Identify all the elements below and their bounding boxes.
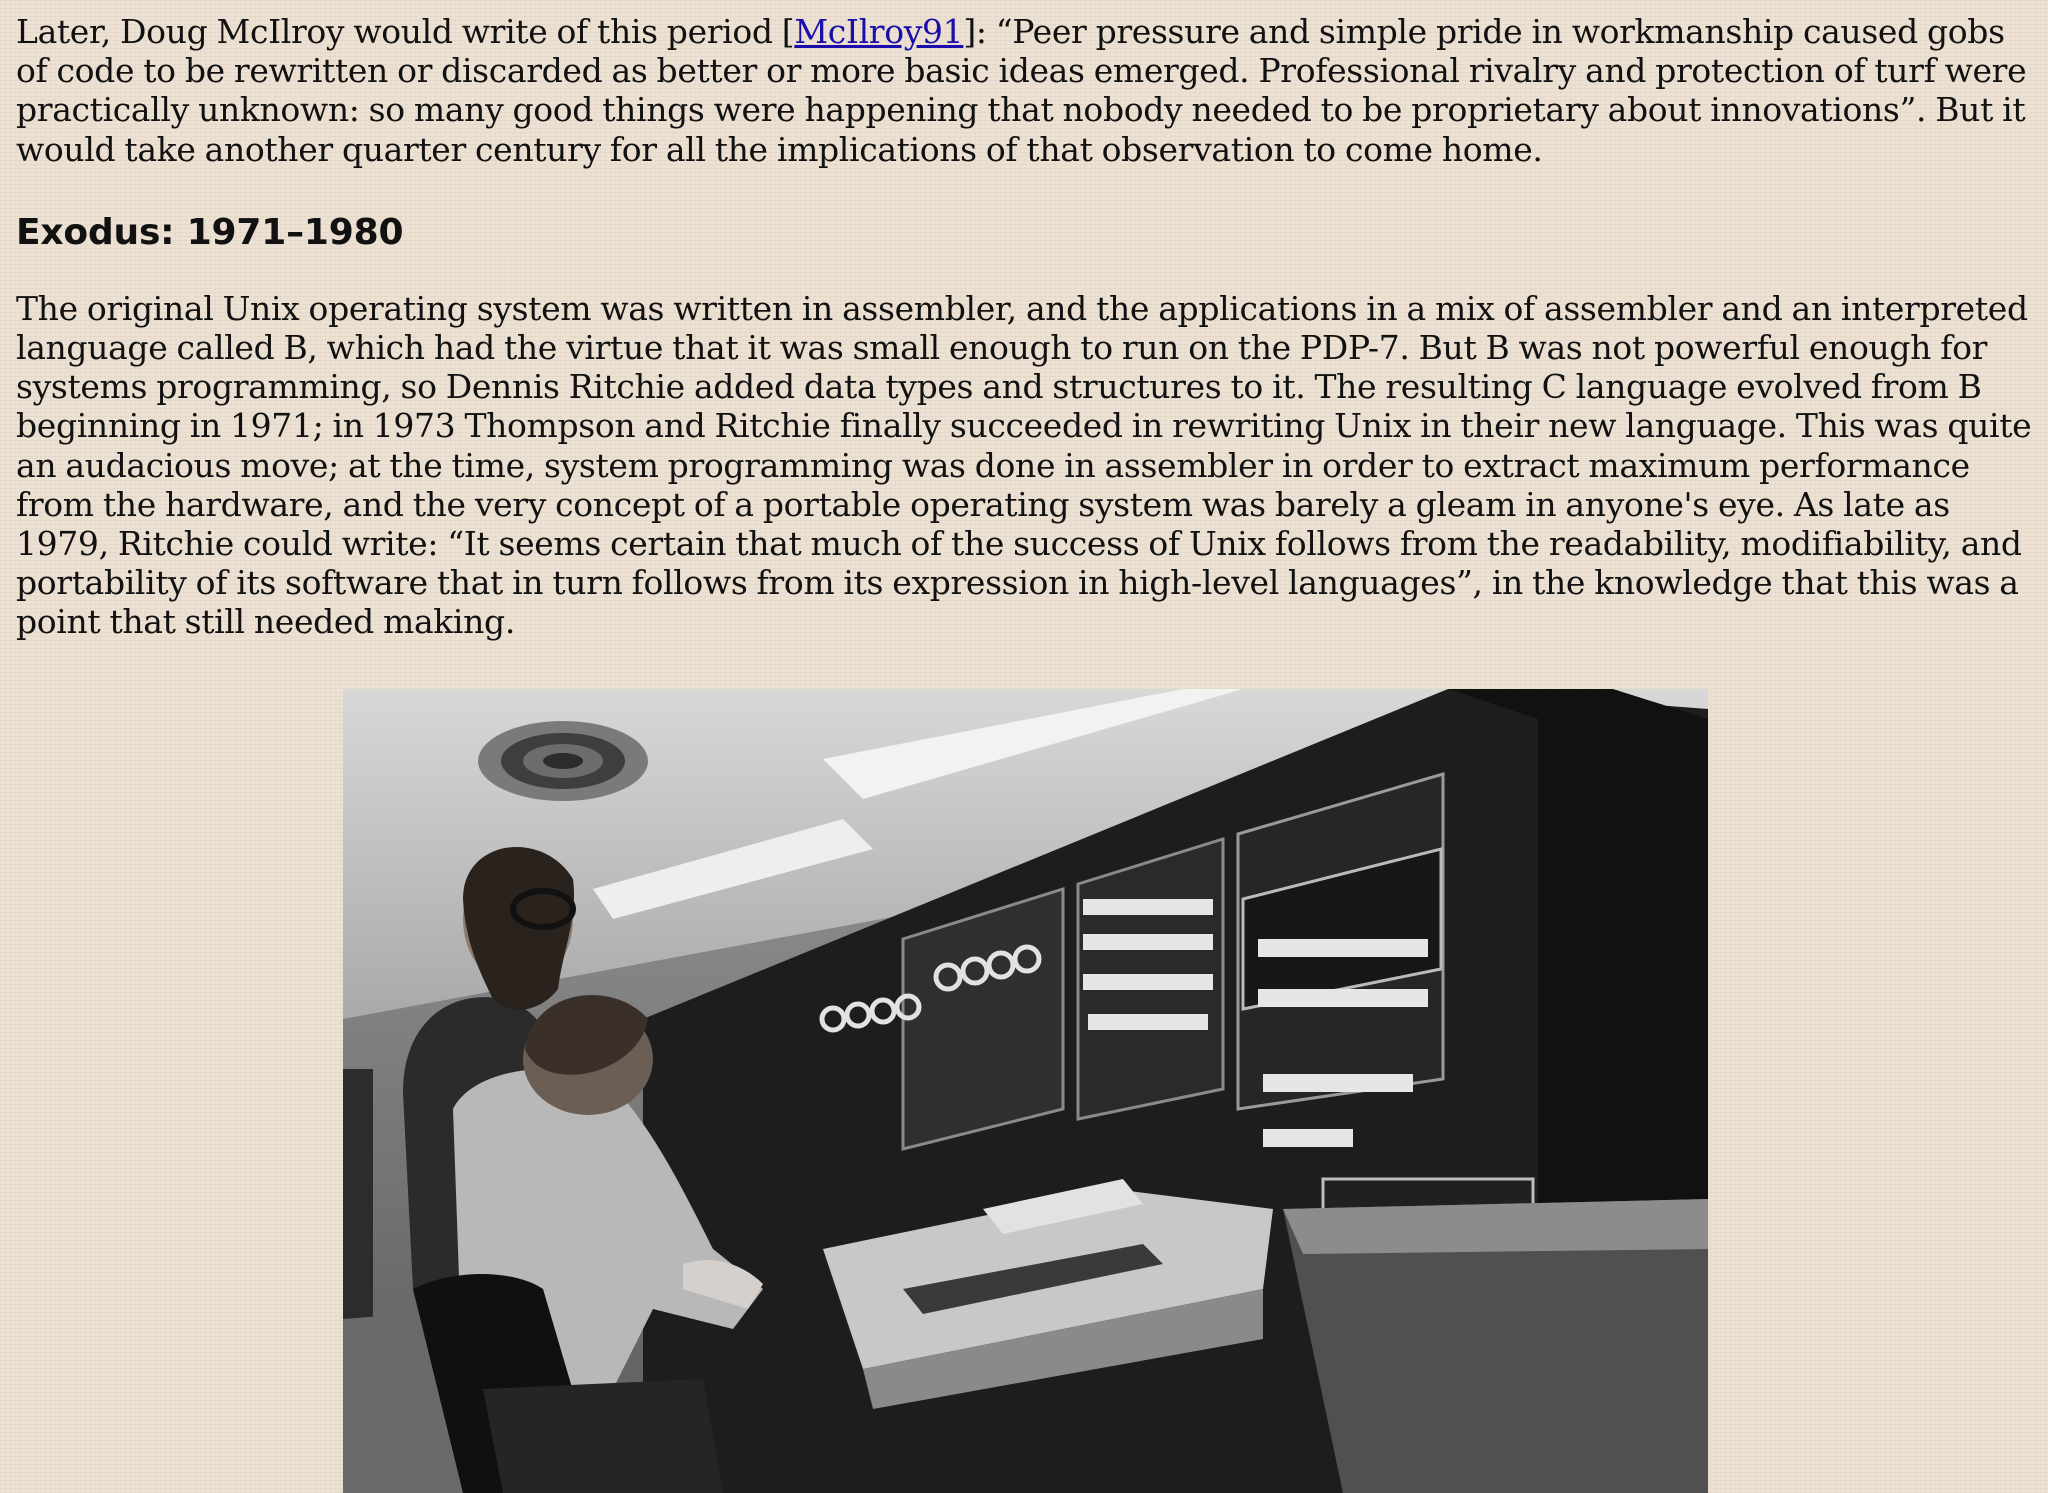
paragraph-exodus: The original Unix operating system was w… [16, 288, 2032, 642]
paragraph-mcilroy-quote: Later, Doug McIlroy would write of this … [16, 12, 2036, 169]
photo-thompson-ritchie-pdp11 [343, 689, 1708, 1493]
paragraph-text-before-link: Later, Doug McIlroy would write of this … [16, 12, 795, 51]
citation-link-mcilroy91[interactable]: McIlroy91 [794, 12, 963, 51]
section-heading: Exodus: 1971–1980 [16, 211, 404, 253]
photo-illustration [343, 689, 1708, 1493]
article-content: Later, Doug McIlroy would write of this … [16, 12, 2036, 642]
